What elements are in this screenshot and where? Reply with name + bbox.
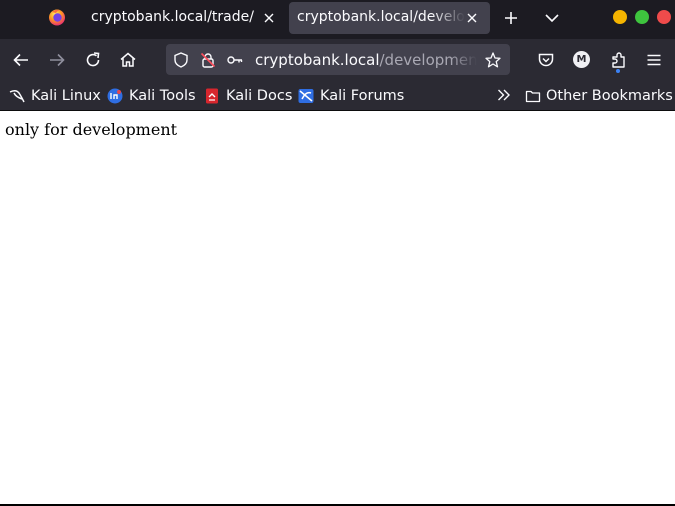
back-icon[interactable] xyxy=(11,50,31,70)
shield-icon[interactable] xyxy=(172,51,190,69)
bookmark-label: Kali Docs xyxy=(226,88,293,104)
bookmark-kali-linux[interactable]: Kali Linux xyxy=(8,86,101,106)
page-content: only for development xyxy=(0,112,675,504)
firefox-icon[interactable] xyxy=(48,8,66,26)
new-tab-icon[interactable] xyxy=(502,9,520,27)
kali-docs-icon xyxy=(203,87,221,105)
maximize-window-button[interactable] xyxy=(635,10,649,24)
bookmarks-toolbar: Kali Linux Kali Tools Kali Docs Kali For… xyxy=(0,80,675,111)
insecure-lock-icon[interactable] xyxy=(199,51,217,69)
extension-badge-dot xyxy=(616,69,620,73)
account-avatar[interactable]: M xyxy=(573,51,590,68)
key-icon[interactable] xyxy=(226,51,244,69)
forward-icon[interactable] xyxy=(47,50,67,70)
navigation-toolbar: cryptobank.local/development/ M xyxy=(0,39,675,80)
other-bookmarks-label: Other Bookmarks xyxy=(546,88,673,104)
tab-trade[interactable]: cryptobank.local/trade/ xyxy=(81,2,287,34)
tab-development[interactable]: cryptobank.local/development xyxy=(289,2,490,34)
url-host: cryptobank.local xyxy=(255,51,380,69)
kali-linux-icon xyxy=(8,87,26,105)
chevron-double-right-icon[interactable] xyxy=(496,87,512,103)
url-path: /development/ xyxy=(379,51,478,69)
other-bookmarks-folder[interactable]: Other Bookmarks xyxy=(525,86,673,106)
page-body-text: only for development xyxy=(5,120,178,139)
minimize-window-button[interactable] xyxy=(613,10,627,24)
close-window-button[interactable] xyxy=(657,10,671,24)
url-text[interactable]: cryptobank.local/development/ xyxy=(255,51,477,69)
kali-forums-icon xyxy=(297,87,315,105)
bookmark-label: Kali Tools xyxy=(129,88,196,104)
tab-title: cryptobank.local/development xyxy=(297,9,465,25)
bookmark-kali-forums[interactable]: Kali Forums xyxy=(297,86,404,106)
close-tab-icon[interactable] xyxy=(464,10,480,26)
bookmark-label: Kali Linux xyxy=(31,88,101,104)
bookmark-kali-tools[interactable]: Kali Tools xyxy=(106,86,196,106)
bookmark-label: Kali Forums xyxy=(320,88,405,104)
extensions-icon[interactable] xyxy=(609,50,629,70)
tab-title: cryptobank.local/trade/ xyxy=(91,9,254,25)
pocket-icon[interactable] xyxy=(536,50,556,70)
hamburger-menu-icon[interactable] xyxy=(644,50,664,70)
url-bar[interactable]: cryptobank.local/development/ xyxy=(166,44,510,75)
tab-strip: cryptobank.local/trade/ cryptobank.local… xyxy=(0,0,675,39)
bookmark-kali-docs[interactable]: Kali Docs xyxy=(203,86,292,106)
folder-icon xyxy=(525,88,541,104)
close-tab-icon[interactable] xyxy=(261,10,277,26)
kali-tools-icon xyxy=(106,87,124,105)
chevron-down-icon[interactable] xyxy=(543,9,561,27)
reload-icon[interactable] xyxy=(83,50,103,70)
home-icon[interactable] xyxy=(118,50,138,70)
bookmark-star-icon[interactable] xyxy=(484,51,502,69)
